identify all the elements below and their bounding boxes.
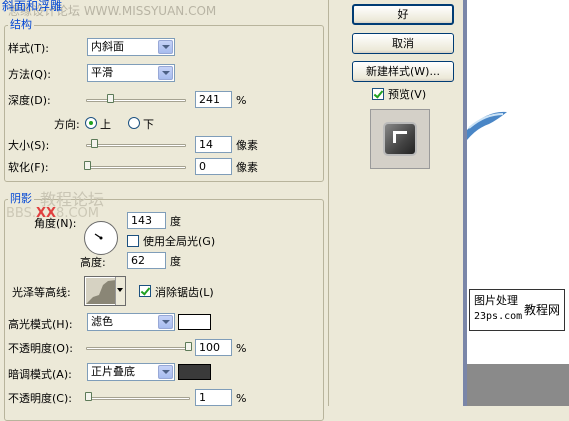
anti-aliased-checkbox[interactable] (139, 285, 151, 297)
size-slider-track[interactable] (86, 144, 186, 147)
angle-input[interactable]: 143 (127, 212, 166, 229)
shadow-mode-select[interactable]: 正片叠底 (87, 363, 175, 381)
chevron-down-icon (158, 66, 173, 80)
highlight-opacity-unit: % (236, 342, 247, 355)
preview-swatch-icon (383, 122, 417, 156)
shadow-mode-label: 暗调模式(A): (8, 368, 72, 381)
style-select[interactable]: 内斜面 (87, 38, 175, 56)
angle-dial[interactable] (84, 221, 118, 255)
highlight-color-swatch[interactable] (178, 314, 211, 330)
gloss-contour-label: 光泽等高线: (12, 286, 71, 299)
size-slider-thumb[interactable] (91, 139, 98, 148)
direction-up-radio[interactable] (85, 117, 97, 129)
direction-up-label: 上 (100, 118, 111, 131)
shadow-color-swatch[interactable] (178, 364, 211, 380)
soften-slider-track[interactable] (86, 166, 186, 169)
shadow-opacity-unit: % (236, 392, 247, 405)
shading-group (4, 199, 324, 421)
style-preview-thumbnail (370, 109, 430, 169)
soften-slider-thumb[interactable] (84, 161, 91, 170)
technique-select[interactable]: 平滑 (87, 64, 175, 82)
badge-line1: 图片处理 (474, 294, 518, 307)
highlight-opacity-label: 不透明度(O): (8, 342, 73, 355)
shadow-mode-value: 正片叠底 (91, 365, 135, 378)
gloss-contour-picker[interactable] (84, 276, 126, 306)
global-light-checkbox[interactable] (127, 235, 139, 247)
preview-checkbox[interactable] (372, 88, 384, 100)
canvas-pasteboard (467, 364, 569, 406)
new-style-button[interactable]: 新建样式(W)... (352, 61, 454, 82)
contour-dropdown-icon[interactable] (115, 277, 125, 305)
depth-unit: % (236, 94, 247, 107)
panel-divider (328, 0, 329, 406)
shadow-opacity-slider-track[interactable] (86, 397, 190, 400)
contour-curve-icon (86, 278, 116, 304)
direction-label: 方向: (54, 118, 80, 131)
angle-dial-needle-icon (94, 233, 103, 240)
shadow-opacity-label: 不透明度(C): (8, 392, 72, 405)
preview-label: 预览(V) (388, 88, 427, 101)
shading-title: 阴影 (8, 192, 34, 205)
size-label: 大小(S): (8, 139, 50, 152)
soften-unit: 像素 (236, 161, 258, 174)
direction-down-radio[interactable] (128, 117, 140, 129)
section-title: 斜面和浮雕 (2, 0, 63, 13)
angle-label: 角度(N): (34, 217, 77, 230)
depth-input[interactable]: 241 (195, 91, 232, 108)
depth-slider-thumb[interactable] (107, 94, 114, 103)
site-badge: 图片处理 23ps.com 教程网 (469, 289, 565, 331)
global-light-label: 使用全局光(G) (143, 235, 216, 248)
chevron-down-icon (158, 315, 173, 329)
highlight-mode-value: 滤色 (91, 315, 113, 328)
highlight-mode-label: 高光模式(H): (8, 318, 73, 331)
anti-aliased-label: 消除锯齿(L) (155, 286, 214, 299)
depth-label: 深度(D): (8, 94, 51, 107)
size-input[interactable]: 14 (195, 136, 232, 153)
badge-line2: 23ps.com (474, 311, 523, 322)
style-value: 内斜面 (91, 40, 124, 53)
chevron-down-icon (158, 365, 173, 379)
shadow-opacity-input[interactable]: 1 (195, 389, 232, 406)
altitude-unit: 度 (170, 255, 181, 268)
chevron-down-icon (158, 40, 173, 54)
depth-slider-track[interactable] (86, 99, 186, 102)
soften-input[interactable]: 0 (195, 158, 232, 175)
technique-value: 平滑 (91, 66, 113, 79)
angle-unit: 度 (170, 215, 181, 228)
highlight-opacity-slider-thumb[interactable] (185, 342, 192, 351)
cancel-button[interactable]: 取消 (352, 33, 454, 54)
altitude-label: 高度: (80, 256, 106, 269)
shadow-opacity-slider-thumb[interactable] (85, 392, 92, 401)
ok-button[interactable]: 好 (352, 4, 454, 25)
highlight-mode-select[interactable]: 滤色 (87, 313, 175, 331)
soften-label: 软化(F): (8, 161, 49, 174)
style-label: 样式(T): (8, 42, 50, 55)
technique-label: 方法(Q): (8, 68, 51, 81)
structure-title: 结构 (8, 18, 34, 31)
badge-line3: 教程网 (524, 303, 561, 317)
highlight-opacity-slider-track[interactable] (86, 347, 190, 350)
size-unit: 像素 (236, 139, 258, 152)
highlight-opacity-input[interactable]: 100 (195, 339, 232, 356)
direction-down-label: 下 (143, 118, 154, 131)
altitude-input[interactable]: 62 (127, 252, 166, 269)
